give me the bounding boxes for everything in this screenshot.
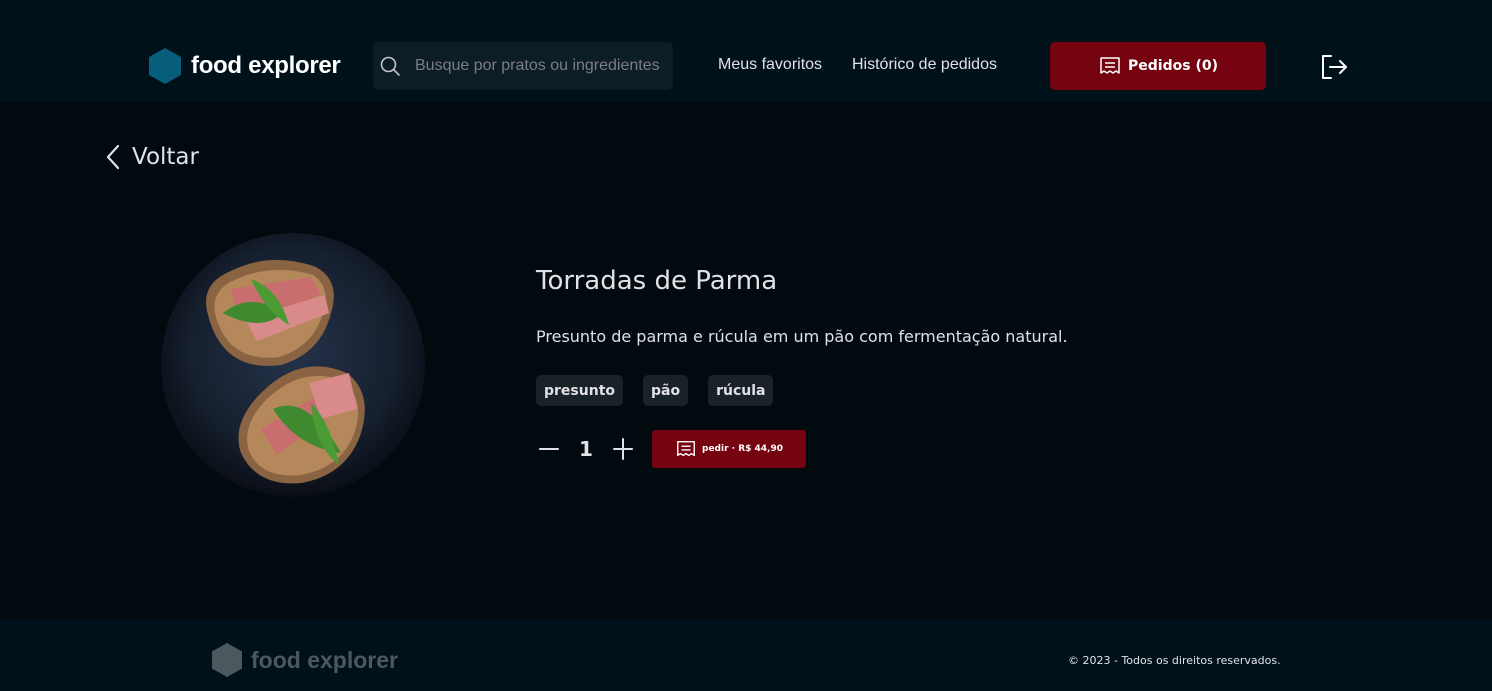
ingredient-tag: presunto [536, 375, 623, 406]
ingredient-tag: pão [643, 375, 689, 406]
search-input[interactable] [415, 57, 665, 75]
footer-logo: food explorer [212, 643, 398, 677]
receipt-icon [1100, 57, 1120, 74]
hexagon-logo-icon [149, 48, 181, 84]
increase-quantity-button[interactable] [610, 436, 636, 462]
brand-logo[interactable]: food explorer [149, 48, 341, 84]
orders-button-label: Pedidos (0) [1128, 58, 1218, 74]
ingredient-tag: rúcula [708, 375, 774, 406]
chevron-left-icon [106, 144, 120, 170]
search-bar[interactable] [373, 42, 673, 90]
nav-favorites-link[interactable]: Meus favoritos [718, 56, 822, 74]
nav-order-history-link[interactable]: Histórico de pedidos [852, 56, 997, 74]
minus-icon [539, 448, 559, 450]
dish-image [161, 233, 425, 497]
orders-button[interactable]: Pedidos (0) [1050, 42, 1266, 90]
quantity-stepper: 1 [536, 430, 636, 468]
back-label: Voltar [132, 144, 199, 170]
logout-button[interactable] [1320, 53, 1348, 81]
search-icon [380, 56, 400, 76]
hexagon-logo-icon [212, 643, 242, 677]
footer-brand-name: food explorer [251, 646, 398, 673]
brand-name: food explorer [191, 52, 341, 79]
sign-out-icon [1322, 55, 1347, 79]
plus-icon [613, 438, 633, 460]
dish-title: Torradas de Parma [536, 266, 778, 296]
ingredient-tags: presunto pão rúcula [536, 375, 774, 406]
quantity-value: 1 [579, 437, 593, 461]
footer: food explorer © 2023 - Todos os direitos… [0, 619, 1492, 691]
copyright-text: © 2023 - Todos os direitos reservados. [1068, 654, 1281, 667]
order-dish-button[interactable]: pedir ∙ R$ 44,90 [652, 430, 806, 468]
back-button[interactable]: Voltar [104, 142, 199, 172]
order-button-label: pedir ∙ R$ 44,90 [702, 444, 783, 454]
dish-description: Presunto de parma e rúcula em um pão com… [536, 327, 1068, 346]
header: food explorer Meus favoritos Histórico d… [0, 0, 1492, 102]
receipt-icon [677, 440, 695, 457]
decrease-quantity-button[interactable] [536, 436, 562, 462]
